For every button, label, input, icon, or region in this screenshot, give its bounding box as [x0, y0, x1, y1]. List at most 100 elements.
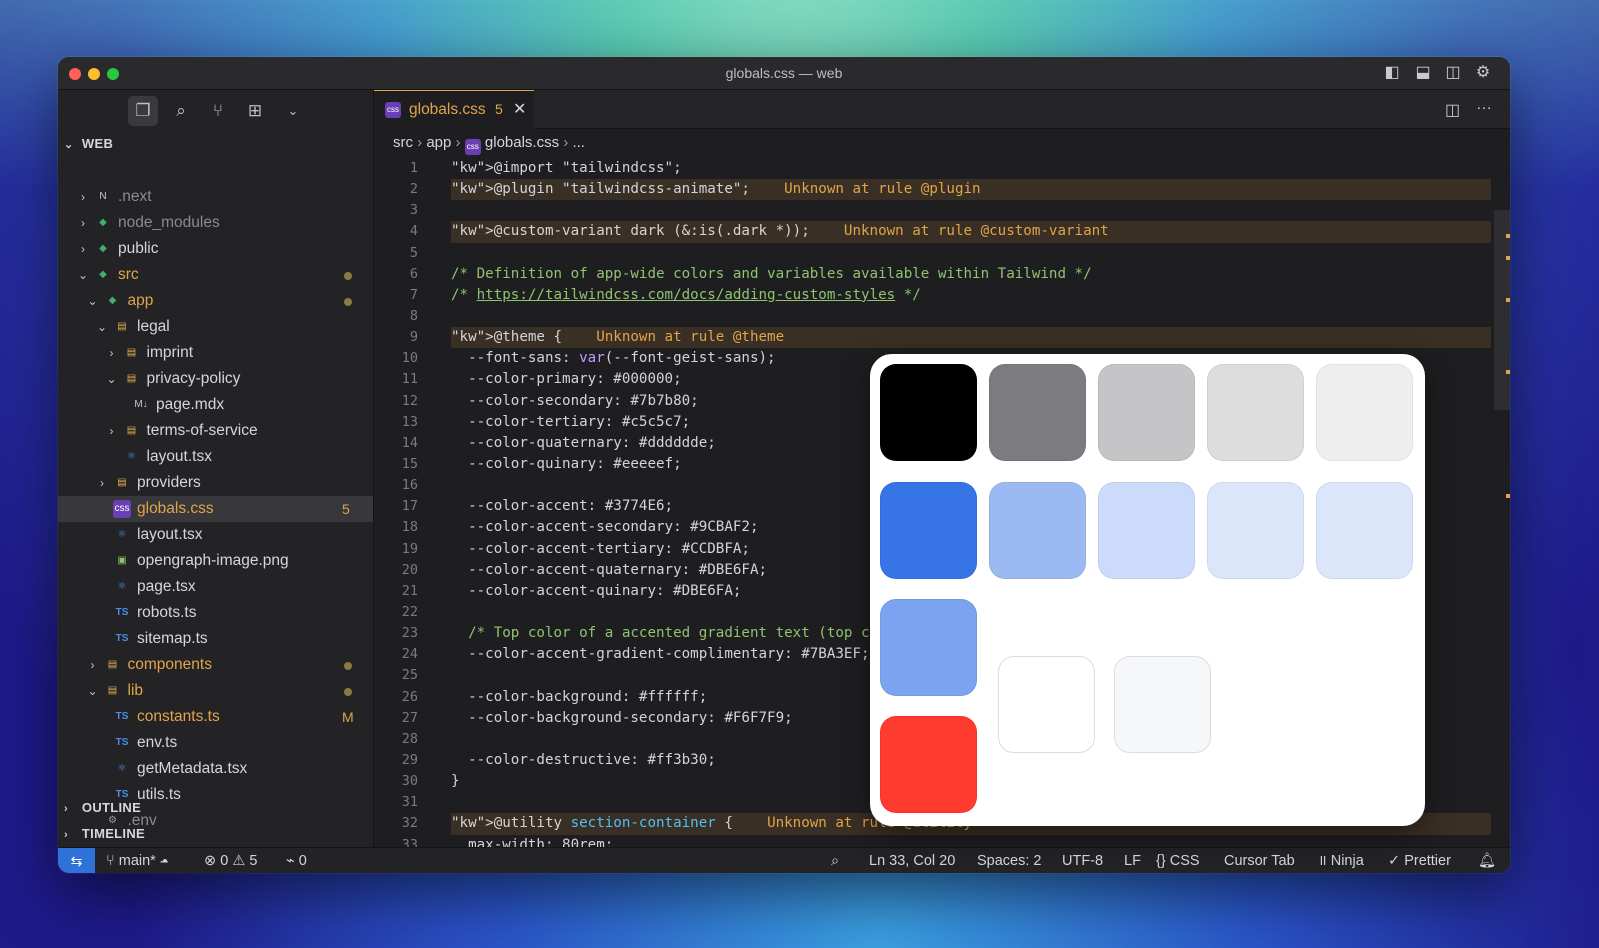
split-editor-icon[interactable]: ◫: [1445, 100, 1460, 120]
tree-item[interactable]: › ◆ node_modules: [58, 210, 373, 236]
workspace-root-header[interactable]: ⌄ WEB: [64, 136, 113, 151]
tree-item[interactable]: css globals.css 5: [58, 496, 373, 522]
tree-item[interactable]: ⌄ ▤ lib: [58, 678, 373, 704]
modified-dot-indicator: [344, 662, 352, 670]
tree-item[interactable]: › ▤ components: [58, 652, 373, 678]
tree-item-label: .next: [118, 188, 152, 205]
tree-item-label: lib: [127, 682, 144, 699]
notifications-bell-icon[interactable]: 🔔︎: [1478, 848, 1496, 873]
toggle-primary-sidebar-icon[interactable]: ◧: [1383, 64, 1401, 82]
line-number: 18: [401, 519, 418, 536]
tree-item[interactable]: ⌄ ▤ legal: [58, 314, 373, 340]
tree-item-label: node_modules: [118, 214, 220, 231]
search-icon[interactable]: ⌕: [166, 96, 196, 126]
line-number: 4: [409, 223, 418, 240]
file-type-icon: ⚛: [117, 763, 127, 774]
tree-item[interactable]: ⚛ layout.tsx: [58, 522, 373, 548]
inline-warning: Unknown at rule @theme: [596, 329, 785, 346]
encoding-status[interactable]: UTF-8: [1062, 848, 1103, 873]
color-swatch: [880, 716, 977, 813]
overview-ruler[interactable]: [1494, 210, 1510, 847]
breadcrumb-symbol[interactable]: ...: [572, 134, 585, 151]
tab-globals-css[interactable]: css globals.css 5 ✕: [374, 90, 534, 130]
title-bar: globals.css — web ◧ ⬓ ◫ ⚙: [58, 57, 1510, 90]
line-number: 3: [409, 202, 418, 219]
line-number: 27: [401, 709, 418, 726]
tree-item[interactable]: ⚛ layout.tsx: [58, 444, 373, 470]
color-swatch: [998, 656, 1095, 753]
tree-item[interactable]: TS constants.ts M: [58, 704, 373, 730]
ninja-label: Ninja: [1330, 853, 1364, 869]
chevron-down-icon: ⌄: [106, 372, 117, 386]
file-type-icon: M↓: [134, 399, 148, 410]
color-swatch: [989, 482, 1086, 579]
breadcrumb-src[interactable]: src: [393, 134, 413, 151]
cursor-position[interactable]: Ln 33, Col 20: [869, 848, 955, 873]
tree-item[interactable]: › ▤ imprint: [58, 340, 373, 366]
css-file-icon: css: [464, 139, 481, 155]
cursor-tab-status[interactable]: Cursor Tab: [1224, 848, 1295, 873]
prettier-status[interactable]: ✓ Prettier: [1388, 848, 1451, 873]
status-bar: ⇆ ⑂ main* ☁ ⊗ 0 ⚠ 5 ⌁ 0 ⌕ Ln 33, Col 20 …: [58, 847, 1510, 873]
tree-item[interactable]: TS env.ts: [58, 730, 373, 756]
file-type-icon: ◆: [108, 295, 117, 306]
code-line: "kw">@custom-variant dark (&:is(.dark *)…: [451, 221, 1491, 243]
color-swatch: [880, 364, 977, 461]
breadcrumb-app[interactable]: app: [426, 134, 451, 151]
file-type-icon: css: [113, 500, 131, 518]
chevron-down-icon: ⌄: [64, 139, 74, 151]
tree-item[interactable]: TS sitemap.ts: [58, 626, 373, 652]
toggle-secondary-sidebar-icon[interactable]: ◫: [1444, 64, 1462, 82]
line-number: 21: [401, 582, 418, 599]
file-type-icon: TS: [115, 737, 129, 748]
toggle-panel-icon[interactable]: ⬓: [1414, 64, 1432, 82]
tree-item[interactable]: › ▤ terms-of-service: [58, 418, 373, 444]
chevron-down-icon: ⌄: [87, 294, 98, 308]
settings-gear-icon[interactable]: ⚙: [1474, 64, 1492, 82]
tree-item[interactable]: ⌄ ▤ privacy-policy: [58, 366, 373, 392]
file-type-icon: ▤: [107, 659, 118, 670]
eol-status[interactable]: LF: [1124, 848, 1141, 873]
tree-item[interactable]: › ▤ providers: [58, 470, 373, 496]
tree-item[interactable]: M↓ page.mdx: [58, 392, 373, 418]
tree-item-label: layout.tsx: [137, 526, 203, 543]
timeline-section-header[interactable]: › TIMELINE: [64, 826, 145, 841]
explorer-icon[interactable]: ❐: [128, 96, 158, 126]
breadcrumb-file[interactable]: globals.css: [485, 134, 559, 151]
outline-section-header[interactable]: › OUTLINE: [64, 800, 141, 815]
language-status[interactable]: {} CSS: [1156, 848, 1200, 873]
source-control-icon[interactable]: ⑂: [203, 96, 233, 126]
tree-item[interactable]: ⌄ ◆ app: [58, 288, 373, 314]
tree-item-label: page.tsx: [137, 578, 196, 595]
tree-item[interactable]: ⚛ getMetadata.tsx: [58, 756, 373, 782]
tree-item-label: components: [127, 656, 212, 673]
tree-item[interactable]: ⚛ page.tsx: [58, 574, 373, 600]
tree-item[interactable]: TS robots.ts: [58, 600, 373, 626]
branch-status[interactable]: ⑂ main* ☁: [106, 848, 169, 873]
indentation-status[interactable]: Spaces: 2: [977, 848, 1042, 873]
tree-item[interactable]: › ◆ public: [58, 236, 373, 262]
code-line: "kw">@plugin "tailwindcss-animate"; Unkn…: [451, 179, 1491, 201]
tree-item[interactable]: ▣ opengraph-image.png: [58, 548, 373, 574]
more-actions-icon[interactable]: …: [1476, 96, 1492, 114]
ports-status[interactable]: ⌁ 0: [286, 848, 307, 873]
problems-status[interactable]: ⊗ 0 ⚠ 5: [204, 848, 257, 873]
close-tab-icon[interactable]: ✕: [513, 99, 526, 119]
zoom-icon[interactable]: ⌕: [831, 848, 839, 873]
tree-item-label: globals.css: [137, 500, 214, 517]
tree-item[interactable]: ⌄ ◆ src: [58, 262, 373, 288]
file-type-icon: ⚛: [127, 451, 136, 462]
extensions-icon[interactable]: ⊞: [240, 96, 270, 126]
chevron-right-icon: ›: [417, 134, 427, 151]
error-count: 0: [220, 853, 229, 869]
outline-label: OUTLINE: [81, 800, 142, 815]
file-type-icon: TS: [115, 633, 129, 644]
color-swatch: [1316, 482, 1413, 579]
chevron-right-icon: ›: [100, 476, 104, 490]
ninja-status[interactable]: ॥ Ninja: [1318, 848, 1364, 873]
check-double-icon: ✓: [1388, 853, 1401, 869]
remote-indicator-icon[interactable]: ⇆: [58, 848, 95, 873]
tree-item[interactable]: › N .next: [58, 184, 373, 210]
chevron-down-icon[interactable]: ⌄: [278, 96, 308, 126]
